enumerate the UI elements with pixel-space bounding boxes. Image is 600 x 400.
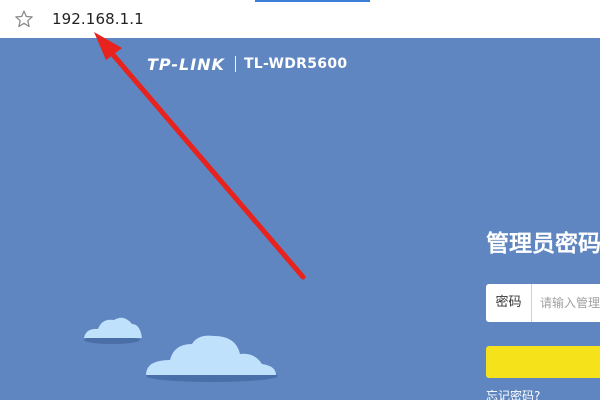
red-arrow-annotation	[94, 32, 306, 280]
